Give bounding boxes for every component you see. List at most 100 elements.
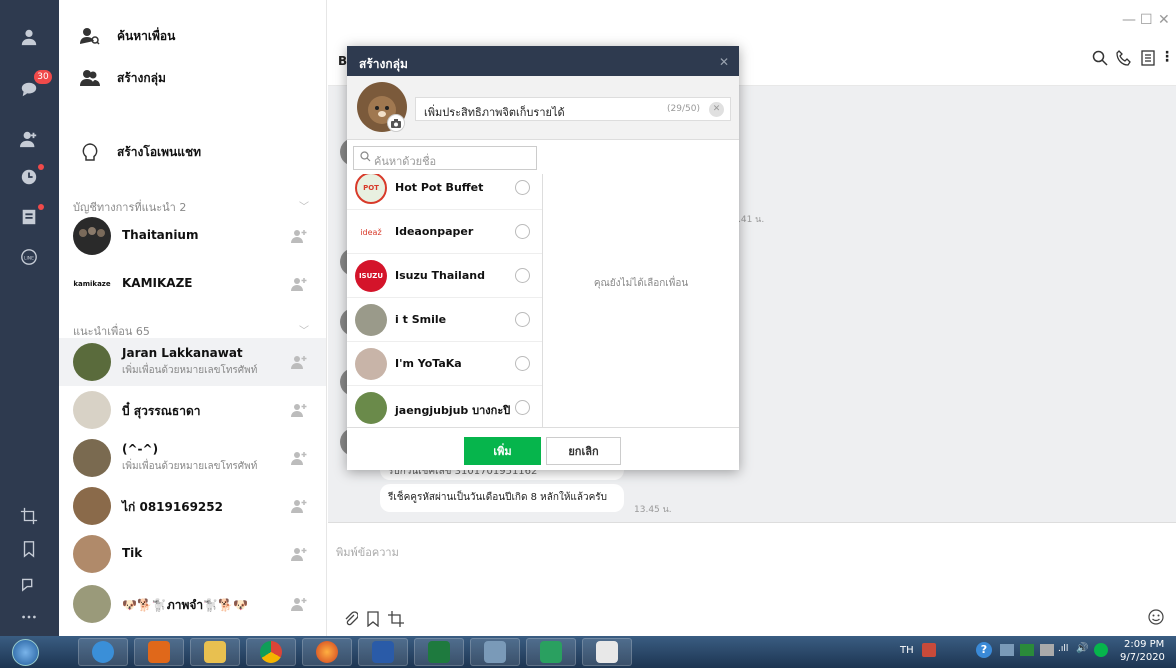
create-group-action[interactable]: สร้างกลุ่ม [59,58,326,98]
select-radio[interactable] [515,312,530,327]
cancel-button[interactable]: ยกเลิก [546,437,621,465]
search-icon [360,151,371,165]
select-radio[interactable] [515,268,530,283]
bookmark-icon[interactable] [366,611,380,630]
attach-icon[interactable] [344,611,359,630]
timeline-icon[interactable] [18,166,40,188]
bookmark-icon[interactable] [18,538,40,560]
crop-icon[interactable] [18,505,40,527]
group-name-input[interactable]: เพิ่มประสิทธิภาพจิตเก็บรายได้ (29/50) ✕ [415,97,731,121]
chrome-icon[interactable] [246,638,296,666]
avatar [73,343,111,381]
avatar [73,217,111,255]
phone-icon[interactable] [1116,50,1132,69]
list-item[interactable]: ไก่ 0819169252 [59,482,326,530]
chevron-down-icon: ﹀ [299,326,309,337]
word-icon[interactable] [358,638,408,666]
clock-date[interactable]: 9/7/2020 [1120,652,1165,663]
document-icon[interactable] [582,638,632,666]
network-icon[interactable]: .ıll [1058,644,1068,654]
outlook-icon[interactable] [134,638,184,666]
add-friend-icon[interactable] [291,546,307,562]
firefox-icon[interactable] [302,638,352,666]
menu-icon[interactable]: ⋮ [1160,49,1174,65]
tray-icon[interactable] [1020,644,1034,656]
avatar [73,585,111,623]
chat-title: B [338,54,348,68]
list-item[interactable]: บี๋ สุวรรณธาดา [59,386,326,434]
line-icon[interactable]: LINE [18,246,40,268]
list-item[interactable]: (^-^) เพิ่มเพื่อนด้วยหมายเลขโทรศัพท์ [59,434,326,482]
add-friend-icon[interactable] [291,228,307,244]
clear-icon[interactable]: ✕ [709,102,724,117]
ie-icon[interactable] [78,638,128,666]
contact-name: Hot Pot Buffet [395,181,484,194]
list-item[interactable]: POT Hot Pot Buffet [347,174,542,210]
contact-name: 🐶🐕🐩ภาพจำ🐩🐕🐶 [122,598,248,612]
emoji-icon[interactable] [1148,609,1164,628]
add-friend-icon[interactable] [291,450,307,466]
list-item[interactable]: i t Smile [347,298,542,342]
contact-name: ไก่ 0819169252 [122,500,223,514]
left-rail: 30 LINE [0,0,59,636]
news-dot [38,204,44,210]
add-button[interactable]: เพิ่ม [464,437,541,465]
maximize-icon[interactable]: ☐ [1140,12,1153,28]
start-button[interactable] [12,639,39,666]
search-icon[interactable] [1092,50,1108,69]
photos-icon[interactable] [526,638,576,666]
news-icon[interactable] [18,206,40,228]
add-friend-icon[interactable] [291,276,307,292]
avatar [355,304,387,336]
group-name-value: เพิ่มประสิทธิภาพจิตเก็บรายได้ [424,106,565,119]
ime-icon[interactable] [922,643,936,657]
minimize-icon[interactable]: — [1122,12,1136,28]
close-icon[interactable]: ✕ [719,55,729,69]
excel-icon[interactable] [414,638,464,666]
more-icon[interactable] [18,606,40,628]
crop-icon[interactable] [388,611,406,630]
help-icon[interactable]: ? [976,642,992,658]
select-radio[interactable] [515,180,530,195]
volume-icon[interactable]: 🔊 [1076,643,1088,654]
friends-panel: ค้นหาเพื่อน สร้างกลุ่ม สร้างโอเพนแชท บัญ… [59,0,327,636]
unread-badge: 30 [34,70,52,84]
add-friend-icon[interactable] [291,354,307,370]
line-tray-icon[interactable] [1094,643,1108,657]
list-item[interactable]: ideaž Ideaonpaper [347,210,542,254]
tray-icon[interactable] [1000,644,1014,656]
list-item[interactable]: Thaitanium [59,212,326,260]
avatar [355,348,387,380]
list-item[interactable]: 🐶🐕🐩ภาพจำ🐩🐕🐶 [59,580,326,628]
search-input[interactable]: ค้นหาด้วยชื่อ [353,146,537,170]
list-item[interactable]: I'm YoTaKa [347,342,542,386]
list-item[interactable]: Tik [59,530,326,578]
list-item[interactable]: Jaran Lakkanawat เพิ่มเพื่อนด้วยหมายเลขโ… [59,338,326,386]
create-openchat-action[interactable]: สร้างโอเพนแชท [59,132,326,172]
language-indicator[interactable]: TH [900,645,914,656]
clock-time[interactable]: 2:09 PM [1124,639,1164,650]
close-icon[interactable]: ✕ [1158,12,1170,28]
select-radio[interactable] [515,400,530,415]
list-item[interactable]: jaengjubjub บางกะปิ [347,386,542,427]
calculator-icon[interactable] [470,638,520,666]
avatar [73,487,111,525]
add-friend-icon[interactable] [291,596,307,612]
search-friend-action[interactable]: ค้นหาเพื่อน [59,16,326,56]
list-item[interactable]: kamikaze KAMIKAZE [59,260,326,308]
speaker-icon[interactable] [18,572,40,594]
add-friend-icon[interactable] [291,402,307,418]
explorer-icon[interactable] [190,638,240,666]
add-friend-icon[interactable] [291,498,307,514]
message-time: .41 น. [738,215,765,225]
camera-icon[interactable] [387,114,405,132]
select-radio[interactable] [515,356,530,371]
tray-icon[interactable] [1040,644,1054,656]
list-item[interactable]: ISUZU Isuzu Thailand [347,254,542,298]
select-radio[interactable] [515,224,530,239]
suggest-section-label: แนะนำเพื่อน 65 [73,325,150,338]
message-input[interactable]: พิมพ์ข้อความ [336,543,399,561]
profile-icon[interactable] [18,26,40,48]
notes-icon[interactable] [1140,50,1156,69]
add-friend-icon[interactable] [18,128,40,150]
